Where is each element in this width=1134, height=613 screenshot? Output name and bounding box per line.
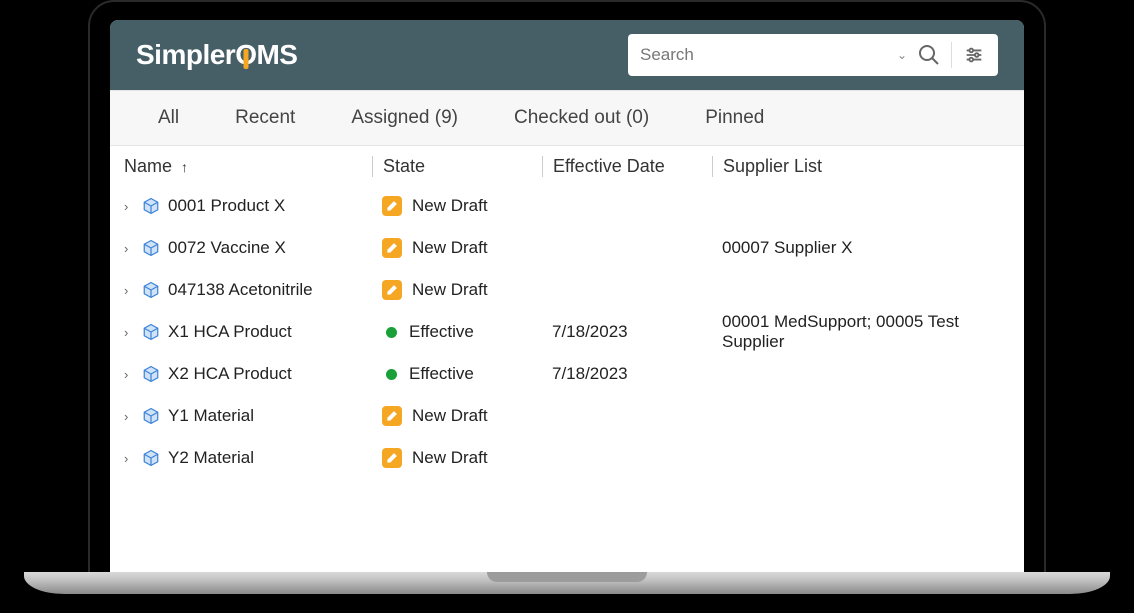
cell-state: Effective: [372, 364, 542, 384]
table-row[interactable]: › Y2 Material New Draft: [124, 437, 1010, 479]
draft-icon: [382, 280, 402, 300]
table-header: Name ↑ State Effective Date Supplier Lis…: [110, 146, 1024, 185]
table-body: › 0001 Product X New Draft › 0072 Vaccine X N…: [110, 185, 1024, 479]
draft-icon: [382, 238, 402, 258]
cube-icon: [142, 365, 160, 383]
chevron-right-icon[interactable]: ›: [124, 199, 134, 214]
cube-icon: [142, 281, 160, 299]
row-name-text: 0072 Vaccine X: [168, 238, 286, 258]
divider: [951, 42, 952, 68]
state-text: Effective: [409, 364, 474, 384]
table-row[interactable]: › 047138 Acetonitrile New Draft: [124, 269, 1010, 311]
effective-dot-icon: [386, 369, 397, 380]
cell-name[interactable]: › Y1 Material: [124, 406, 372, 426]
tab-checked-out[interactable]: Checked out (0): [486, 107, 677, 129]
row-name-text: 047138 Acetonitrile: [168, 280, 313, 300]
state-text: Effective: [409, 322, 474, 342]
cell-name[interactable]: › Y2 Material: [124, 448, 372, 468]
tab-assigned[interactable]: Assigned (9): [323, 107, 486, 129]
search-input[interactable]: [640, 45, 887, 65]
tab-recent[interactable]: Recent: [207, 107, 323, 129]
draft-icon: [382, 196, 402, 216]
cell-state: New Draft: [372, 448, 542, 468]
logo-text-1: Simpler: [136, 39, 235, 71]
table-row[interactable]: › X2 HCA Product Effective 7/18/2023: [124, 353, 1010, 395]
cell-name[interactable]: › 0072 Vaccine X: [124, 238, 372, 258]
column-header-effective-date[interactable]: Effective Date: [542, 156, 712, 177]
state-text: New Draft: [412, 196, 488, 216]
row-name-text: 0001 Product X: [168, 196, 285, 216]
column-header-supplier[interactable]: Supplier List: [712, 156, 1010, 177]
sort-ascending-icon: ↑: [181, 159, 188, 175]
cell-effective-date: 7/18/2023: [542, 322, 712, 342]
chevron-right-icon[interactable]: ›: [124, 451, 134, 466]
column-header-state[interactable]: State: [372, 156, 542, 177]
cube-icon: [142, 449, 160, 467]
table-row[interactable]: › 0001 Product X New Draft: [124, 185, 1010, 227]
effective-dot-icon: [386, 327, 397, 338]
search-icon[interactable]: [917, 43, 941, 67]
app-logo: SimplerOMS: [136, 39, 297, 71]
chevron-right-icon[interactable]: ›: [124, 241, 134, 256]
table-row[interactable]: › Y1 Material New Draft: [124, 395, 1010, 437]
cell-state: New Draft: [372, 196, 542, 216]
logo-text-2: MS: [256, 39, 297, 71]
cell-name[interactable]: › 0001 Product X: [124, 196, 372, 216]
cell-supplier: 00007 Supplier X: [712, 238, 1010, 258]
state-text: New Draft: [412, 448, 488, 468]
column-header-name[interactable]: Name ↑: [124, 156, 372, 177]
cell-name[interactable]: › X1 HCA Product: [124, 322, 372, 342]
cell-state: New Draft: [372, 406, 542, 426]
chevron-right-icon[interactable]: ›: [124, 283, 134, 298]
cube-icon: [142, 239, 160, 257]
table-row[interactable]: › 0072 Vaccine X New Draft 00007 Supplier X: [124, 227, 1010, 269]
chevron-down-icon[interactable]: ⌄: [897, 48, 907, 62]
state-text: New Draft: [412, 280, 488, 300]
cell-effective-date: 7/18/2023: [542, 364, 712, 384]
cube-icon: [142, 197, 160, 215]
state-text: New Draft: [412, 238, 488, 258]
draft-icon: [382, 448, 402, 468]
logo-letter-o: O: [235, 39, 256, 71]
row-name-text: Y1 Material: [168, 406, 254, 426]
cell-name[interactable]: › X2 HCA Product: [124, 364, 372, 384]
topbar: SimplerOMS ⌄: [110, 20, 1024, 90]
row-name-text: X1 HCA Product: [168, 322, 292, 342]
filter-icon[interactable]: [962, 43, 986, 67]
table-row[interactable]: › X1 HCA Product Effective 7/18/202300001 M…: [124, 311, 1010, 353]
chevron-right-icon[interactable]: ›: [124, 409, 134, 424]
draft-icon: [382, 406, 402, 426]
tab-all[interactable]: All: [130, 107, 207, 129]
cell-state: New Draft: [372, 280, 542, 300]
row-name-text: X2 HCA Product: [168, 364, 292, 384]
cell-state: Effective: [372, 322, 542, 342]
chevron-right-icon[interactable]: ›: [124, 325, 134, 340]
row-name-text: Y2 Material: [168, 448, 254, 468]
search-box[interactable]: ⌄: [628, 34, 998, 76]
tab-bar: All Recent Assigned (9) Checked out (0) …: [110, 90, 1024, 146]
chevron-right-icon[interactable]: ›: [124, 367, 134, 382]
cube-icon: [142, 323, 160, 341]
app-window: SimplerOMS ⌄ All Recent Assigned (9) Che…: [110, 20, 1024, 575]
cell-state: New Draft: [372, 238, 542, 258]
cell-supplier: 00001 MedSupport; 00005 Test Supplier: [712, 312, 1010, 352]
cell-name[interactable]: › 047138 Acetonitrile: [124, 280, 372, 300]
state-text: New Draft: [412, 406, 488, 426]
tab-pinned[interactable]: Pinned: [677, 107, 792, 129]
laptop-bezel: SimplerOMS ⌄ All Recent Assigned (9) Che…: [88, 0, 1046, 575]
column-name-label: Name: [124, 156, 172, 176]
laptop-notch: [487, 572, 647, 582]
cube-icon: [142, 407, 160, 425]
